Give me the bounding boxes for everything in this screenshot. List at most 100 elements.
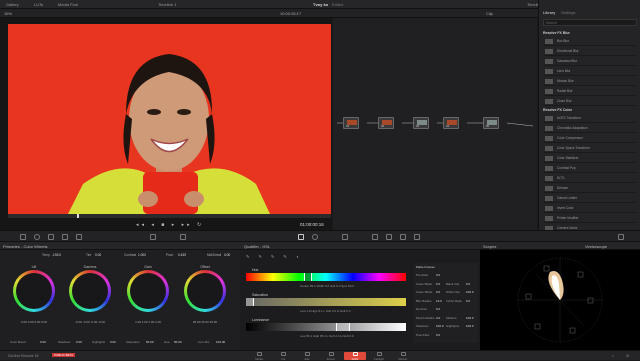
temp-value[interactable]: -193.0 xyxy=(52,253,61,257)
hue-value[interactable]: 50.00 xyxy=(174,340,182,344)
library-item[interactable]: Dehaze xyxy=(543,184,637,193)
effects-search-input[interactable]: Search xyxy=(543,19,637,26)
tab-library[interactable]: Library xyxy=(543,10,555,15)
color-warper-icon[interactable] xyxy=(180,234,186,240)
page-tab-media[interactable]: Media xyxy=(248,352,270,361)
offset-values[interactable]: 25.00 25.00 25.00 xyxy=(180,320,230,324)
pivot-value[interactable]: 0.435 xyxy=(178,253,186,257)
hue-qualifier-bar[interactable] xyxy=(246,273,406,281)
matte-param-value[interactable]: 100.0 xyxy=(436,324,444,328)
node-05[interactable]: 05 xyxy=(483,117,499,129)
node-03[interactable]: 03 xyxy=(413,117,429,129)
shadows-value[interactable]: 0.00 xyxy=(76,340,82,344)
color-wheels-icon[interactable] xyxy=(34,234,40,240)
hue-qualifier-values[interactable]: Center 99.1 Width 6.0 Soft 6.0 Sym 50.0 xyxy=(300,284,354,288)
contrast-value[interactable]: 1.000 xyxy=(138,253,146,257)
tint-value[interactable]: 0.00 xyxy=(95,253,101,257)
matte-param-value[interactable]: 19.0 xyxy=(436,299,442,303)
node-04[interactable]: 04 xyxy=(443,117,459,129)
hdr-icon[interactable] xyxy=(48,234,54,240)
library-item[interactable]: Radial Blur xyxy=(543,87,637,96)
library-item[interactable]: Box Blur xyxy=(543,37,637,46)
library-item[interactable]: Color Stabilizer xyxy=(543,154,637,163)
lift-values[interactable]: 0.00 0.00 0.00 0.00 xyxy=(9,320,59,324)
matte-param-value[interactable]: 100.0 xyxy=(466,290,474,294)
gain-wheel[interactable] xyxy=(127,270,169,312)
page-tab-edit[interactable]: Edit xyxy=(296,352,318,361)
luts-button[interactable]: LUTs xyxy=(34,2,43,7)
key-icon[interactable] xyxy=(386,234,392,240)
library-item[interactable]: Gamut Limiter xyxy=(543,194,637,203)
node-02[interactable]: 02 xyxy=(378,117,394,129)
blur-icon[interactable] xyxy=(372,234,378,240)
library-item[interactable]: Printer Modifier xyxy=(543,214,637,223)
library-item[interactable]: Lens Blur xyxy=(543,67,637,76)
timeline-selector[interactable]: Timeline 1 xyxy=(158,2,176,7)
zoom-level[interactable]: 16% xyxy=(4,11,12,16)
clip-mode-select[interactable]: Clip xyxy=(486,11,493,16)
middetail-value[interactable]: 0.00 xyxy=(224,253,230,257)
matte-param-value[interactable]: 0.0 xyxy=(436,333,440,337)
lift-wheel[interactable] xyxy=(13,270,55,312)
node-01[interactable]: 01 xyxy=(343,117,359,129)
library-item[interactable]: ACES Transform xyxy=(543,114,637,123)
sizing-icon[interactable] xyxy=(400,234,406,240)
matte-param-value[interactable]: 0.0 xyxy=(436,307,440,311)
saturation-qualifier-values[interactable]: Low 1.6 High 9.1 L.Soft 0.0 H.Soft 0.0 xyxy=(300,309,350,313)
matte-param-value[interactable]: 0.0 xyxy=(436,282,440,286)
saturation-range-handle[interactable] xyxy=(246,298,254,306)
lum-mix-value[interactable]: 100.00 xyxy=(216,340,225,344)
node-editor[interactable]: 01 02 03 04 05 xyxy=(333,18,537,230)
library-item[interactable]: Gaussian Blur xyxy=(543,57,637,66)
curves-icon[interactable] xyxy=(150,234,156,240)
playhead[interactable] xyxy=(77,214,79,218)
hue-range-handle[interactable] xyxy=(304,273,312,281)
library-item[interactable]: DCTL xyxy=(543,174,637,183)
saturation-value[interactable]: 50.00 xyxy=(146,340,154,344)
scrubber-bar[interactable] xyxy=(8,214,331,218)
matte-param-value[interactable]: 0.0 xyxy=(466,299,470,303)
tab-settings[interactable]: Settings xyxy=(561,10,575,15)
offset-wheel[interactable] xyxy=(184,270,226,312)
window-icon[interactable] xyxy=(312,234,318,240)
page-tab-fusion[interactable]: Fusion xyxy=(320,352,342,361)
saturation-qualifier-bar[interactable] xyxy=(246,298,406,306)
qualifier-tools[interactable]: ✎ ✎ ✎ ✎ ◑ xyxy=(246,254,302,259)
settings-icon[interactable]: ⚙ xyxy=(626,354,629,358)
library-item[interactable]: Zoom Blur xyxy=(543,97,637,106)
luminance-range-handle[interactable] xyxy=(336,323,350,331)
library-item[interactable]: Color Space Transform xyxy=(543,144,637,153)
matte-param-value[interactable]: 0.0 xyxy=(436,273,440,277)
highlights-value[interactable]: 0.00 xyxy=(110,340,116,344)
motion-effects-icon[interactable] xyxy=(76,234,82,240)
luminance-qualifier-bar[interactable] xyxy=(246,323,406,331)
matte-param-value[interactable]: 100.0 xyxy=(466,324,474,328)
scopes-icon[interactable] xyxy=(618,234,624,240)
gamma-values[interactable]: -0.00 -0.00 -0.00 -0.00 xyxy=(65,320,115,324)
rgb-mixer-icon[interactable] xyxy=(62,234,68,240)
library-item[interactable]: Contrast Pop xyxy=(543,164,637,173)
camera-raw-icon[interactable] xyxy=(20,234,26,240)
page-tab-color[interactable]: Color xyxy=(344,352,366,361)
home-icon[interactable]: ⌂ xyxy=(612,354,614,358)
video-viewer[interactable] xyxy=(8,24,331,214)
library-item[interactable]: Color Compressor xyxy=(543,134,637,143)
page-tab-deliver[interactable]: Deliver xyxy=(392,352,414,361)
matte-param-value[interactable]: 0.0 xyxy=(436,290,440,294)
scope-mode-select[interactable]: Vectorscope xyxy=(585,244,607,249)
matte-param-value[interactable]: 0.0 xyxy=(466,282,470,286)
page-tab-cut[interactable]: Cut xyxy=(272,352,294,361)
gallery-button[interactable]: Gallery xyxy=(6,2,19,7)
media-pool-button[interactable]: Media Pool xyxy=(58,2,78,7)
gain-values[interactable]: 1.00 1.00 1.00 1.00 xyxy=(123,320,173,324)
library-item[interactable]: Directional Blur xyxy=(543,47,637,56)
luminance-qualifier-values[interactable]: Low 56.1 High 65.4 L.Soft 2.4 H.Soft 0.0 xyxy=(300,334,354,338)
transport-controls[interactable]: ◂◂ ◂ ■ ▸ ▸▸ ↻ xyxy=(136,222,204,228)
qualifier-icon[interactable] xyxy=(298,234,304,240)
matte-param-value[interactable]: 0.0 xyxy=(436,316,440,320)
library-item[interactable]: Mosaic Blur xyxy=(543,77,637,86)
3d-icon[interactable] xyxy=(414,234,420,240)
color-boost-value[interactable]: 0.00 xyxy=(40,340,46,344)
page-tab-fairlight[interactable]: Fairlight xyxy=(368,352,390,361)
gamma-wheel[interactable] xyxy=(69,270,111,312)
